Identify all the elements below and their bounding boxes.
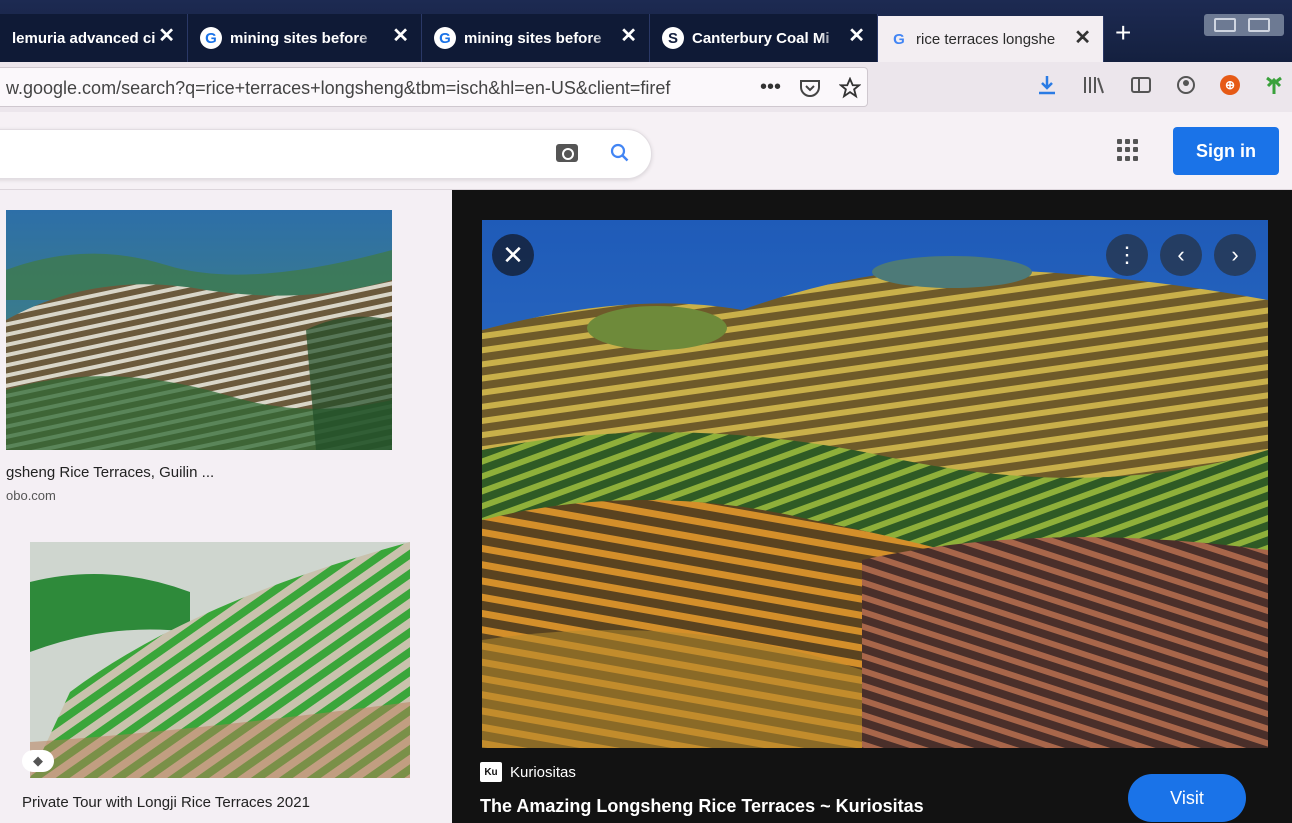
result-thumbnail[interactable] (6, 210, 392, 450)
more-options-icon[interactable]: ⋮ (1106, 234, 1148, 276)
result-source[interactable]: obo.com (6, 488, 56, 503)
download-icon[interactable] (1036, 74, 1058, 96)
library-icon[interactable] (1082, 75, 1106, 95)
window-controls (1204, 14, 1284, 36)
close-icon[interactable]: ✕ (392, 26, 409, 46)
camera-search-icon[interactable] (556, 144, 578, 162)
ublock-icon[interactable]: ⊕ (1220, 75, 1240, 95)
image-preview-panel: ✕ ⋮ ‹ › Ku Kuriositas The Amazing Longsh… (452, 190, 1292, 823)
bookmark-star-icon[interactable] (839, 76, 862, 99)
next-image-icon[interactable]: › (1214, 234, 1256, 276)
close-icon[interactable]: ✕ (620, 26, 637, 46)
apps-grid-icon[interactable] (1117, 139, 1139, 161)
tab-lemuria[interactable]: lemuria advanced ci ✕ (0, 14, 188, 62)
google-favicon-icon: G (893, 30, 905, 48)
source-logo-icon: Ku (480, 762, 502, 782)
visit-button[interactable]: Visit (1128, 774, 1246, 822)
image-results: gsheng Rice Terraces, Guilin ... obo.com… (0, 190, 452, 823)
tab-title: rice terraces longshe (916, 30, 1056, 48)
toolbar-icons: ⊕ (1036, 74, 1284, 96)
close-icon[interactable]: ✕ (848, 26, 865, 46)
result-title[interactable]: Private Tour with Longji Rice Terraces 2… (22, 794, 310, 811)
sign-in-button[interactable]: Sign in (1173, 127, 1279, 175)
extension-icon[interactable] (1264, 74, 1284, 96)
maximize-icon[interactable] (1248, 18, 1270, 32)
search-box[interactable] (0, 129, 652, 179)
nav-bar: w.google.com/search?q=rice+terraces+long… (0, 62, 1292, 112)
pocket-icon[interactable] (799, 78, 821, 98)
minimize-icon[interactable] (1214, 18, 1236, 32)
tab-title: Canterbury Coal Mi (692, 29, 830, 47)
close-icon[interactable]: ✕ (158, 26, 175, 46)
google-favicon-icon: G (434, 27, 456, 49)
tab-mining-sites-1[interactable]: G mining sites before ✕ (188, 14, 422, 62)
tab-strip: lemuria advanced ci ✕ G mining sites bef… (0, 0, 1292, 62)
tab-title: mining sites before (464, 29, 602, 47)
page-actions-icon[interactable]: ••• (760, 76, 781, 99)
browser-window: lemuria advanced ci ✕ G mining sites bef… (0, 0, 1292, 823)
result-title[interactable]: gsheng Rice Terraces, Guilin ... (6, 464, 214, 481)
address-bar[interactable]: w.google.com/search?q=rice+terraces+long… (0, 67, 868, 107)
result-thumbnail[interactable] (30, 542, 410, 778)
preview-image[interactable] (482, 220, 1268, 748)
google-header: Sign in (0, 112, 1292, 190)
new-tab-button[interactable]: + (1115, 18, 1131, 48)
close-preview-icon[interactable]: ✕ (492, 234, 534, 276)
previous-image-icon[interactable]: ‹ (1160, 234, 1202, 276)
search-icon[interactable] (609, 142, 631, 164)
tab-mining-sites-2[interactable]: G mining sites before ✕ (422, 14, 650, 62)
url-actions: ••• (760, 76, 862, 99)
google-favicon-icon: G (200, 27, 222, 49)
tab-canterbury-coal[interactable]: S Canterbury Coal Mi ✕ (650, 14, 878, 62)
url-text[interactable]: w.google.com/search?q=rice+terraces+long… (6, 78, 711, 99)
account-icon[interactable] (1176, 75, 1196, 95)
sidebar-icon[interactable] (1130, 75, 1152, 95)
preview-title[interactable]: The Amazing Longsheng Rice Terraces ~ Ku… (480, 796, 924, 817)
close-icon[interactable]: ✕ (1074, 28, 1091, 48)
source-name[interactable]: Kuriositas (510, 764, 576, 781)
tab-title: mining sites before (230, 29, 368, 47)
tab-rice-terraces[interactable]: G rice terraces longshe ✕ (878, 16, 1104, 62)
tag-icon: ◆ (22, 750, 54, 772)
site-favicon-icon: S (662, 27, 684, 49)
